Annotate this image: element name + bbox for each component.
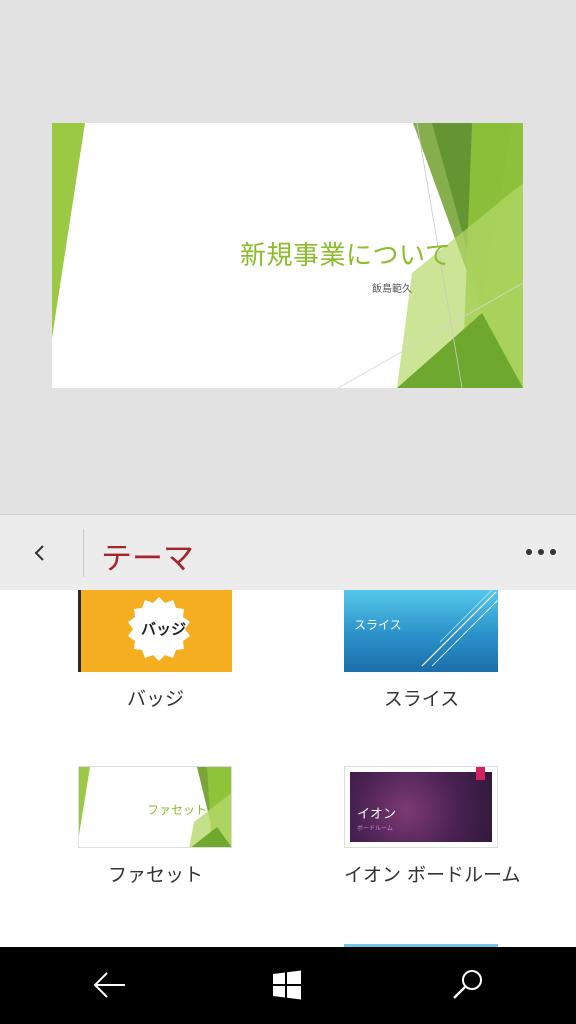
theme-slice[interactable]: スライス スライス bbox=[344, 590, 499, 711]
slide-title: 新規事業について bbox=[240, 241, 452, 271]
ellipsis-icon bbox=[526, 549, 556, 555]
theme-label: スライス bbox=[383, 688, 460, 710]
header-divider bbox=[83, 529, 84, 577]
search-icon bbox=[453, 970, 482, 999]
theme-ion-thumb-text: イオン bbox=[357, 807, 397, 822]
windows-logo-icon bbox=[273, 970, 301, 1000]
system-navbar bbox=[0, 947, 576, 1024]
theme-facet-thumbnail: ファセット bbox=[78, 766, 232, 848]
theme-slice-thumbnail: スライス bbox=[344, 590, 498, 672]
theme-ion-boardroom[interactable]: イオン ボードルーム イオン ボードルーム bbox=[344, 766, 521, 887]
theme-facet[interactable]: ファセット ファセット bbox=[78, 766, 233, 887]
panel-title: テーマ bbox=[101, 541, 194, 577]
chevron-left-icon bbox=[34, 545, 44, 561]
more-options-button[interactable] bbox=[520, 537, 562, 567]
slide-subtitle: 飯島範久 bbox=[372, 284, 412, 295]
theme-panel-header: テーマ bbox=[0, 514, 576, 591]
themes-grid: バッジ バッジ スライス スライス ファセット ファセット イオン ボードルーム… bbox=[0, 590, 576, 947]
theme-label: ファセット bbox=[107, 864, 203, 886]
theme-slice-thumb-text: スライス bbox=[354, 618, 402, 632]
nav-search-button[interactable] bbox=[446, 965, 490, 1005]
theme-badge-thumbnail: バッジ bbox=[78, 590, 232, 672]
slide-thumbnail[interactable]: 新規事業について 飯島範久 bbox=[52, 123, 523, 388]
theme-ion-thumb-subtext: ボードルーム bbox=[357, 825, 393, 832]
nav-start-button[interactable] bbox=[265, 965, 309, 1005]
theme-label: バッジ bbox=[126, 688, 184, 710]
theme-ion-boardroom-thumbnail: イオン ボードルーム bbox=[344, 766, 498, 848]
theme-badge[interactable]: バッジ バッジ bbox=[78, 590, 233, 711]
nav-back-button[interactable] bbox=[87, 965, 131, 1005]
back-arrow-icon bbox=[93, 972, 125, 998]
slide-preview-area: 新規事業について 飯島範久 bbox=[0, 0, 576, 514]
theme-badge-thumb-text: バッジ bbox=[141, 620, 187, 638]
back-button[interactable] bbox=[22, 535, 58, 571]
ion-accent-tab bbox=[476, 767, 485, 780]
theme-label: イオン ボードルーム bbox=[344, 864, 521, 886]
theme-facet-thumb-text: ファセット bbox=[147, 803, 208, 817]
